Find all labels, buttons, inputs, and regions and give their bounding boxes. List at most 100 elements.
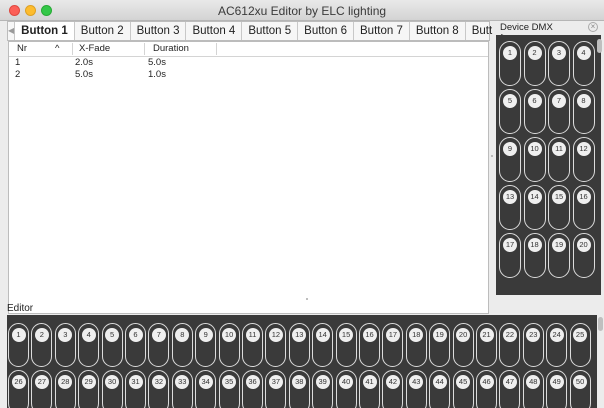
steps-table: Nr ^ X-Fade Duration 1 2.0s 5.0s 2 5.0s … [8, 41, 489, 314]
tab-button-8[interactable]: Button 8 [410, 22, 466, 40]
channel-fader[interactable]: 15 [335, 323, 357, 367]
channel-fader[interactable]: 1 [499, 41, 521, 86]
channel-fader[interactable]: 8 [572, 89, 595, 134]
channel-fader[interactable]: 4 [78, 323, 100, 367]
channel-fader[interactable]: 27 [31, 370, 53, 408]
channel-fader[interactable]: 14 [523, 185, 546, 230]
channel-fader[interactable]: 46 [476, 370, 497, 408]
tab-button-6[interactable]: Button 6 [298, 22, 355, 40]
channel-fader[interactable]: 7 [548, 89, 570, 134]
channel-fader[interactable]: 10 [218, 323, 240, 367]
column-header-nr[interactable]: Nr ^ [9, 43, 73, 55]
channel-fader[interactable]: 3 [548, 41, 570, 86]
editor-scrollbar[interactable] [598, 317, 603, 331]
channel-fader[interactable]: 18 [523, 233, 546, 278]
channel-fader[interactable]: 43 [405, 370, 427, 408]
channel-fader[interactable]: 47 [499, 370, 521, 408]
channel-fader[interactable]: 20 [572, 233, 595, 278]
tab-button-7[interactable]: Button 7 [354, 22, 410, 40]
channel-fader[interactable]: 24 [546, 323, 568, 367]
channel-fader[interactable]: 17 [499, 233, 521, 278]
channel-fader[interactable]: 37 [265, 370, 287, 408]
device-dmx-panel: Device DMX × 1 2 3 4 5 6 7 8 9 10 11 12 13 14 15 16 17 18… [496, 21, 604, 297]
channel-fader[interactable]: 41 [359, 370, 380, 408]
channel-fader[interactable]: 32 [148, 370, 170, 408]
tab-button-3[interactable]: Button 3 [131, 22, 187, 40]
channel-fader[interactable]: 28 [54, 370, 76, 408]
channel-fader[interactable]: 6 [125, 323, 146, 367]
channel-fader[interactable]: 14 [312, 323, 334, 367]
channel-number: 46 [479, 375, 494, 389]
channel-fader[interactable]: 39 [312, 370, 334, 408]
channel-fader[interactable]: 18 [405, 323, 427, 367]
channel-fader[interactable]: 44 [429, 370, 451, 408]
channel-fader[interactable]: 48 [522, 370, 544, 408]
channel-fader[interactable]: 49 [546, 370, 568, 408]
channel-fader[interactable]: 11 [242, 323, 263, 367]
channel-fader[interactable]: 16 [359, 323, 380, 367]
channel-fader[interactable]: 22 [499, 323, 521, 367]
channel-fader[interactable]: 4 [572, 41, 595, 86]
channel-fader[interactable]: 2 [31, 323, 53, 367]
channel-fader[interactable]: 19 [548, 233, 570, 278]
channel-number: 16 [362, 328, 377, 342]
channel-fader[interactable]: 15 [548, 185, 570, 230]
tab-scroll-left-icon[interactable]: ◀ [8, 22, 16, 40]
column-header-duration[interactable]: Duration [145, 43, 217, 55]
channel-fader[interactable]: 12 [265, 323, 287, 367]
table-row[interactable]: 2 5.0s 1.0s [9, 69, 488, 81]
channel-fader[interactable]: 3 [54, 323, 76, 367]
channel-fader[interactable]: 13 [499, 185, 521, 230]
column-header-xfade[interactable]: X-Fade [73, 43, 145, 55]
tab-button-4[interactable]: Button 4 [186, 22, 243, 40]
channel-fader[interactable]: 17 [382, 323, 404, 367]
table-row[interactable]: 1 2.0s 5.0s [9, 57, 488, 69]
channel-fader[interactable]: 38 [288, 370, 310, 408]
channel-fader[interactable]: 29 [78, 370, 100, 408]
channel-fader[interactable]: 5 [101, 323, 123, 367]
channel-fader[interactable]: 8 [171, 323, 193, 367]
tab-button-2[interactable]: Button 2 [75, 22, 131, 40]
close-panel-icon[interactable]: × [588, 22, 598, 32]
channel-fader[interactable]: 13 [288, 323, 310, 367]
channel-fader[interactable]: 16 [572, 185, 595, 230]
channel-number: 21 [479, 328, 494, 342]
channel-fader[interactable]: 23 [522, 323, 544, 367]
channel-fader[interactable]: 6 [523, 89, 546, 134]
device-dmx-header: Device DMX × [496, 21, 604, 34]
channel-fader[interactable]: 34 [195, 370, 217, 408]
channel-fader[interactable]: 31 [125, 370, 146, 408]
channel-fader[interactable]: 12 [572, 137, 595, 182]
channel-number: 32 [151, 375, 166, 389]
channel-fader[interactable]: 25 [569, 323, 591, 367]
channel-fader[interactable]: 35 [218, 370, 240, 408]
channel-fader[interactable]: 9 [499, 137, 521, 182]
channel-fader[interactable]: 9 [195, 323, 217, 367]
vertical-splitter[interactable] [490, 21, 495, 296]
channel-fader[interactable]: 36 [242, 370, 263, 408]
channel-fader[interactable]: 45 [452, 370, 474, 408]
sort-ascending-icon: ^ [55, 43, 60, 54]
channel-fader[interactable]: 21 [476, 323, 497, 367]
channel-fader[interactable]: 7 [148, 323, 170, 367]
channel-fader[interactable]: 2 [523, 41, 546, 86]
channel-fader[interactable]: 10 [523, 137, 546, 182]
channel-fader[interactable]: 30 [101, 370, 123, 408]
channel-fader[interactable]: 42 [382, 370, 404, 408]
channel-fader[interactable]: 50 [569, 370, 591, 408]
button-tab-bar: ◀ Button 1 Button 2 Button 3 Button 4 Bu… [7, 21, 523, 41]
tab-button-5[interactable]: Button 5 [242, 22, 299, 40]
channel-fader[interactable]: 5 [499, 89, 521, 134]
splitter-grip-icon [491, 155, 493, 157]
channel-number: 6 [527, 94, 542, 108]
dmx-scrollbar[interactable] [597, 39, 602, 53]
channel-fader[interactable]: 40 [335, 370, 357, 408]
channel-fader[interactable]: 1 [8, 323, 29, 367]
channel-fader[interactable]: 33 [171, 370, 193, 408]
channel-fader[interactable]: 26 [8, 370, 29, 408]
channel-fader[interactable]: 20 [452, 323, 474, 367]
horizontal-splitter[interactable] [0, 297, 604, 301]
tab-button-1[interactable]: Button 1 [15, 22, 75, 40]
channel-fader[interactable]: 19 [429, 323, 451, 367]
channel-fader[interactable]: 11 [548, 137, 570, 182]
